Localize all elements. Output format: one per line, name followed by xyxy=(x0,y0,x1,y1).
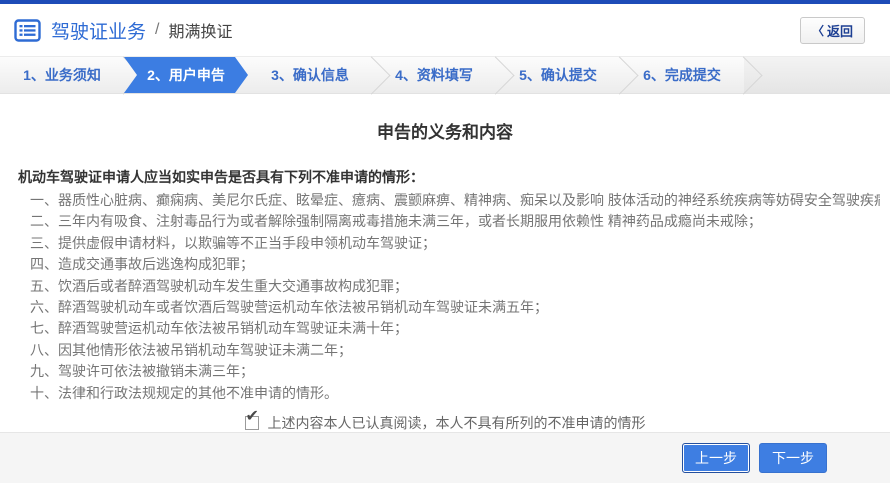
declaration-item: 八、因其他情形依法被吊销机动车驾驶证未满二年； xyxy=(30,340,880,361)
chevron-left-icon: 〈 xyxy=(812,22,824,39)
step-item[interactable]: 1、业务须知 xyxy=(0,57,124,93)
back-button-label: 返回 xyxy=(827,21,853,40)
step-label: 4、资料填写 xyxy=(395,65,473,85)
declaration-intro: 机动车驾驶证申请人应当如实申告是否具有下列不准申请的情形： xyxy=(18,167,872,187)
step-label: 2、用户申告 xyxy=(147,65,225,85)
previous-step-button[interactable]: 上一步 xyxy=(682,443,750,473)
declaration-item: 七、醉酒驾驶营运机动车依法被吊销机动车驾驶证未满十年； xyxy=(30,318,880,339)
check-icon: ✔ xyxy=(246,409,259,425)
agreement-checkbox[interactable]: ✔ xyxy=(245,416,259,430)
next-step-button[interactable]: 下一步 xyxy=(759,443,827,473)
agreement-row: ✔ 上述内容本人已认真阅读，本人不具有所列的不准申请的情形 xyxy=(0,413,890,433)
main-content: 申告的义务和内容 机动车驾驶证申请人应当如实申告是否具有下列不准申请的情形： 一… xyxy=(0,94,890,433)
step-label: 5、确认提交 xyxy=(519,65,597,85)
back-button[interactable]: 〈 返回 xyxy=(800,17,865,44)
footer-action-bar: 上一步 下一步 xyxy=(0,432,890,483)
step-item[interactable]: 6、完成提交 xyxy=(620,57,744,93)
step-bar-filler xyxy=(744,57,890,93)
form-list-icon xyxy=(14,19,41,42)
page-title: 驾驶证业务 xyxy=(51,17,146,44)
step-item[interactable]: 3、确认信息 xyxy=(248,57,372,93)
declaration-item: 二、三年内有吸食、注射毒品行为或者解除强制隔离戒毒措施未满三年，或者长期服用依赖… xyxy=(30,211,880,232)
agreement-label: 上述内容本人已认真阅读，本人不具有所列的不准申请的情形 xyxy=(268,413,646,433)
declaration-item: 九、驾驶许可依法被撤销未满三年； xyxy=(30,361,880,382)
breadcrumb-separator: / xyxy=(155,21,159,39)
header: 驾驶证业务 / 期满换证 〈 返回 xyxy=(0,4,890,56)
step-label: 3、确认信息 xyxy=(271,65,349,85)
step-label: 1、业务须知 xyxy=(23,65,101,85)
step-item[interactable]: 2、用户申告 xyxy=(124,57,248,93)
declaration-item: 三、提供虚假申请材料，以欺骗等不正当手段申领机动车驾驶证； xyxy=(30,233,880,254)
declaration-item: 十、法律和行政法规规定的其他不准申请的情形。 xyxy=(30,383,880,404)
step-wizard-bar: 1、业务须知 2、用户申告 3、确认信息 4、资料填写 5、确认提交 6、完成提… xyxy=(0,56,890,94)
step-item[interactable]: 5、确认提交 xyxy=(496,57,620,93)
declaration-item: 五、饮酒后或者醉酒驾驶机动车发生重大交通事故构成犯罪； xyxy=(30,276,880,297)
declaration-title: 申告的义务和内容 xyxy=(0,118,890,143)
declaration-list: 一、器质性心脏病、癫痫病、美尼尔氏症、眩晕症、癔病、震颤麻痹、精神病、痴呆以及影… xyxy=(0,190,890,404)
breadcrumb-current: 期满换证 xyxy=(168,18,232,42)
declaration-item: 四、造成交通事故后逃逸构成犯罪； xyxy=(30,254,880,275)
step-label: 6、完成提交 xyxy=(643,65,721,85)
declaration-item: 六、醉酒驾驶机动车或者饮酒后驾驶营运机动车依法被吊销机动车驾驶证未满五年； xyxy=(30,297,880,318)
step-item[interactable]: 4、资料填写 xyxy=(372,57,496,93)
declaration-item: 一、器质性心脏病、癫痫病、美尼尔氏症、眩晕症、癔病、震颤麻痹、精神病、痴呆以及影… xyxy=(30,190,880,211)
